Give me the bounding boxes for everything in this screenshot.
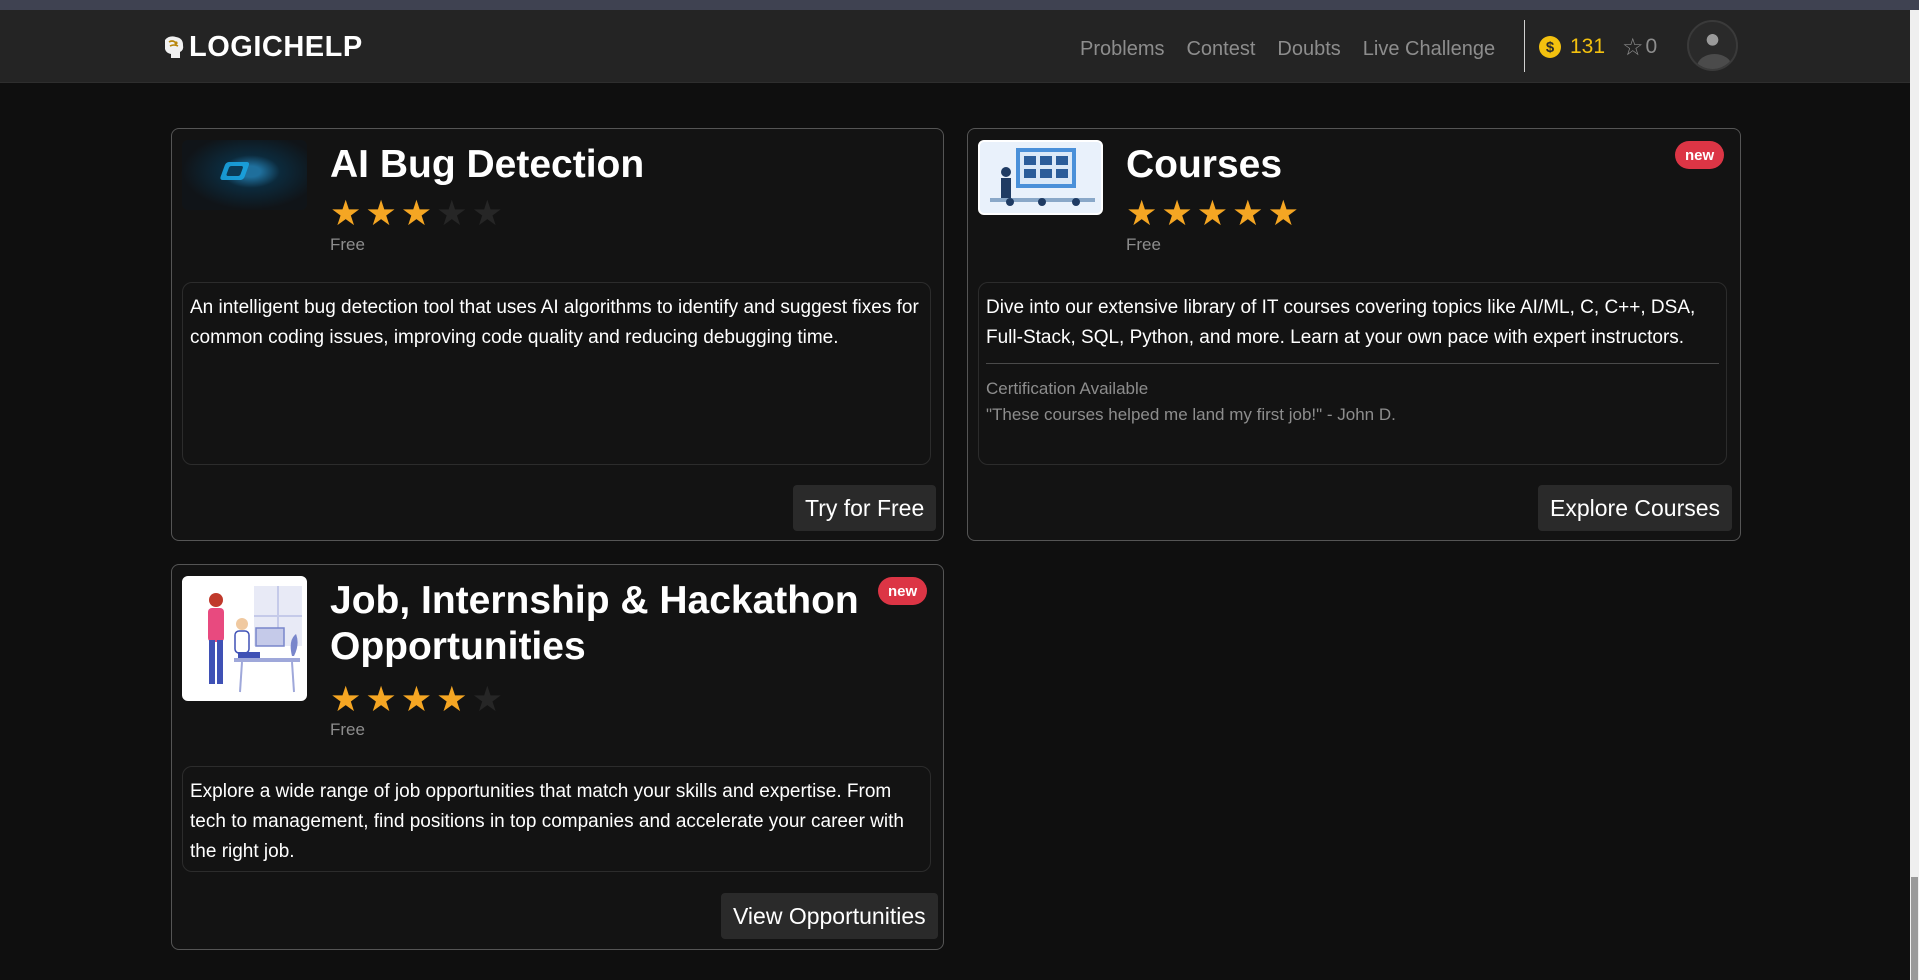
star-filled-icon: ★ [436,680,468,719]
nav-link-problems[interactable]: Problems [1080,38,1164,61]
star-filled-icon: ★ [400,194,433,233]
star-count: 0 [1645,35,1658,58]
courses-classroom-image [978,140,1103,215]
brain-logo-icon [165,36,184,58]
card-title: Job, Internship & Hackathon Opportunitie… [330,579,859,668]
avatar-silhouette [1697,54,1732,69]
course-extra-info: Certification Available "These courses h… [986,363,1719,428]
ai-chip-image [182,140,307,210]
nav-link-live-challenge[interactable]: Live Challenge [1363,38,1495,61]
star-filled-icon: ★ [330,680,362,719]
price-label: Free [330,235,365,254]
star-filled-icon: ★ [365,194,397,233]
description-box: Dive into our extensive library of IT co… [978,282,1727,465]
description-box: Explore a wide range of job opportunitie… [182,766,931,872]
try-for-free-button[interactable]: Try for Free [793,485,937,531]
coin-icon: $ [1539,36,1561,58]
nav-divider [1524,20,1525,72]
logo-text: LOGICHELP [189,31,363,63]
explore-courses-button[interactable]: Explore Courses [1538,485,1733,531]
opportunities-office-image [182,576,307,701]
nav-link-contest[interactable]: Contest [1186,38,1255,61]
star-filled-icon: ★ [400,680,433,719]
star-filled-icon: ★ [330,194,362,233]
logo[interactable]: LOGICHELP [161,32,363,62]
user-avatar[interactable] [1687,20,1738,71]
price-label: Free [1126,235,1161,254]
nav-links: Problems Contest Doubts Live Challenge [1080,32,1517,66]
star-filled-icon: ★ [1196,194,1229,233]
coin-count: 131 [1570,35,1606,58]
nav-link-doubts[interactable]: Doubts [1277,38,1340,61]
card-title: AI Bug Detection [330,143,645,186]
star-balance[interactable]: ☆ 0 [1622,30,1657,64]
browser-top-strip [0,0,1919,10]
star-outline-icon: ☆ [1622,33,1644,61]
star-empty-icon: ★ [471,680,503,719]
star-filled-icon: ★ [365,680,397,719]
star-filled-icon: ★ [1161,194,1193,233]
description-text: Dive into our extensive library of IT co… [986,297,1696,348]
description-box: An intelligent bug detection tool that u… [182,282,931,465]
star-rating: ★ ★ ★ ★ ★ [330,680,507,719]
certification-text: Certification Available [986,379,1149,398]
new-badge: new [878,577,928,605]
description-text: Explore a wide range of job opportunitie… [190,781,904,862]
star-filled-icon: ★ [1126,194,1158,233]
new-badge: new [1675,141,1725,169]
star-filled-icon: ★ [1232,194,1264,233]
star-filled-icon: ★ [1267,194,1299,233]
scrollbar-track[interactable] [1910,10,1919,980]
card-ai-bug-detection: AI Bug Detection ★ ★ ★ ★ ★ Free An intel… [171,128,944,541]
view-opportunities-button[interactable]: View Opportunities [721,893,938,939]
navbar: LOGICHELP Problems Contest Doubts Live C… [0,10,1910,83]
description-text: An intelligent bug detection tool that u… [190,297,919,348]
star-rating: ★ ★ ★ ★ ★ [1126,194,1303,233]
price-label: Free [330,720,365,739]
star-rating: ★ ★ ★ ★ ★ [330,194,507,233]
star-empty-icon: ★ [436,194,468,233]
card-opportunities: Job, Internship & Hackathon Opportunitie… [171,564,944,950]
testimonial-text: "These courses helped me land my first j… [986,405,1396,424]
star-empty-icon: ★ [471,194,503,233]
scrollbar-thumb[interactable] [1911,877,1918,980]
card-title: Courses [1126,143,1283,186]
coin-balance[interactable]: $ 131 [1539,30,1605,64]
card-courses: Courses new ★ ★ ★ ★ ★ Free Dive into our… [967,128,1741,541]
